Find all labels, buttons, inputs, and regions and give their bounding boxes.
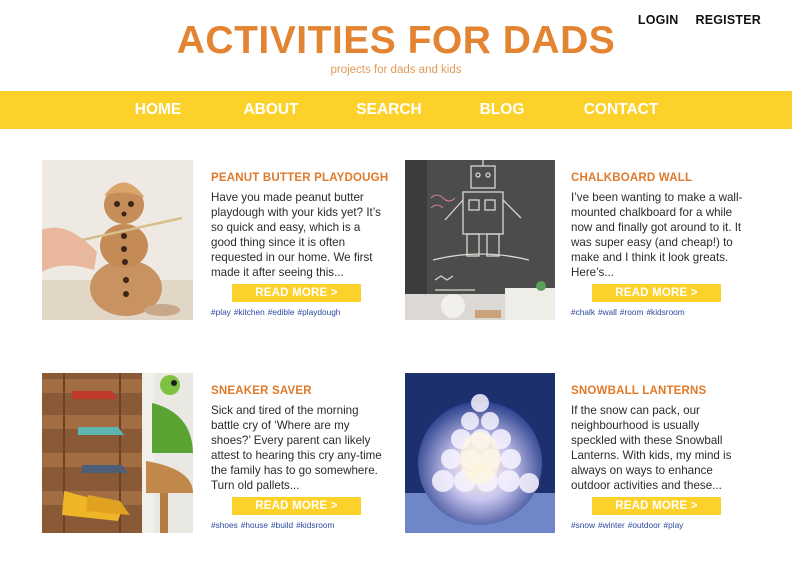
main-nav: HOME ABOUT SEARCH BLOG CONTACT (0, 91, 792, 129)
post-title[interactable]: CHALKBOARD WALL (571, 172, 692, 184)
tag-link[interactable]: #shoes (211, 520, 238, 530)
nav-about[interactable]: ABOUT (236, 91, 306, 129)
tag-link[interactable]: #edible (268, 307, 295, 317)
peanut-butter-snowman-photo[interactable] (42, 160, 193, 320)
pallet-shoe-rack-photo[interactable] (42, 373, 193, 533)
tag-list: #chalk #wall #room #kidsroom (571, 307, 685, 317)
post-title[interactable]: PEANUT BUTTER PLAYDOUGH (211, 172, 388, 184)
read-more-button[interactable]: READ MORE > (592, 284, 721, 302)
read-more-button[interactable]: READ MORE > (232, 284, 361, 302)
snowball-lantern-photo[interactable] (405, 373, 555, 533)
site-tagline: projects for dads and kids (330, 64, 462, 76)
tag-link[interactable]: #chalk (571, 307, 595, 317)
tag-link[interactable]: #kitchen (234, 307, 265, 317)
chalkboard-robot-photo[interactable] (405, 160, 555, 320)
tag-list: #shoes #house #build #kidsroom (211, 520, 334, 530)
tag-link[interactable]: #play (664, 520, 684, 530)
post-title[interactable]: SNEAKER SAVER (211, 385, 312, 397)
read-more-button[interactable]: READ MORE > (232, 497, 361, 515)
tag-link[interactable]: #playdough (298, 307, 341, 317)
tag-link[interactable]: #kidsroom (296, 520, 334, 530)
tag-link[interactable]: #wall (598, 307, 617, 317)
post-excerpt: If the snow can pack, our neighbourhood … (571, 404, 732, 492)
tag-list: #play #kitchen #edible #playdough (211, 307, 340, 317)
tag-list: #snow #winter #outdoor #play (571, 520, 683, 530)
tag-link[interactable]: #room (620, 307, 644, 317)
post-excerpt: I’ve been wanting to make a wall-mounted… (571, 191, 743, 279)
post-card: SNEAKER SAVER Sick and tired of the morn… (42, 373, 392, 535)
tag-link[interactable]: #snow (571, 520, 595, 530)
nav-search[interactable]: SEARCH (351, 91, 427, 129)
tag-link[interactable]: #kidsroom (646, 307, 684, 317)
post-card: CHALKBOARD WALL I’ve been wanting to mak… (405, 160, 755, 322)
post-title[interactable]: SNOWBALL LANTERNS (571, 385, 706, 397)
nav-blog[interactable]: BLOG (473, 91, 531, 129)
tag-link[interactable]: #winter (598, 520, 625, 530)
tag-link[interactable]: #build (271, 520, 293, 530)
post-card: SNOWBALL LANTERNS If the snow can pack, … (405, 373, 755, 535)
tag-link[interactable]: #outdoor (628, 520, 661, 530)
read-more-button[interactable]: READ MORE > (592, 497, 721, 515)
nav-contact[interactable]: CONTACT (577, 91, 665, 129)
site-title[interactable]: ACTIVITIES FOR DADS (0, 19, 792, 63)
tag-link[interactable]: #play (211, 307, 231, 317)
post-excerpt: Have you made peanut butter playdough wi… (211, 191, 381, 279)
post-excerpt: Sick and tired of the morning battle cry… (211, 404, 382, 492)
tag-link[interactable]: #house (241, 520, 268, 530)
nav-home[interactable]: HOME (125, 91, 191, 129)
post-card: PEANUT BUTTER PLAYDOUGH Have you made pe… (42, 160, 392, 322)
